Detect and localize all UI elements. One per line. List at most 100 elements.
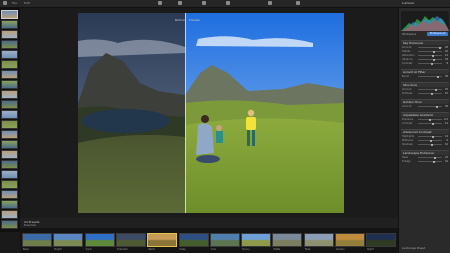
filter-section-header[interactable]: Advanced Contrast bbox=[401, 129, 449, 134]
slider-track[interactable] bbox=[418, 136, 442, 137]
preset-caption: Basic bbox=[23, 248, 30, 251]
slider-knob[interactable] bbox=[431, 122, 434, 125]
browser-thumbnail[interactable] bbox=[1, 30, 18, 39]
browser-thumbnail[interactable] bbox=[1, 220, 18, 229]
presets-dropdown[interactable]: Essentials bbox=[24, 224, 36, 227]
preset-caption: Night bbox=[367, 248, 374, 251]
compare-icon[interactable] bbox=[202, 1, 206, 5]
filter-slider-row[interactable]: Shadows 10 bbox=[402, 143, 448, 146]
filter-slider-row[interactable]: Amount 45 bbox=[402, 46, 448, 49]
preview-image[interactable]: Before Presets bbox=[78, 13, 344, 213]
filter-section-header[interactable]: Structure bbox=[401, 82, 449, 87]
filter-slider-row[interactable]: Haze 22 bbox=[402, 156, 448, 159]
slider-knob[interactable] bbox=[438, 46, 441, 49]
filter-slider-row[interactable]: Details 20 bbox=[402, 50, 448, 53]
preset-thumbnail[interactable] bbox=[22, 233, 52, 247]
preset-thumbnail[interactable] bbox=[178, 233, 209, 247]
slider-track[interactable] bbox=[418, 157, 442, 158]
browser-thumbnail[interactable] bbox=[1, 200, 18, 209]
slider-knob[interactable] bbox=[433, 156, 436, 159]
preset-thumbnail[interactable] bbox=[84, 233, 115, 247]
browser-thumbnail[interactable] bbox=[1, 110, 18, 119]
browser-thumbnail[interactable] bbox=[1, 190, 18, 199]
preset-thumbnail[interactable] bbox=[241, 233, 272, 247]
undo-icon[interactable] bbox=[158, 1, 162, 5]
menu-file[interactable]: File bbox=[12, 0, 17, 7]
preset-thumbnail[interactable] bbox=[303, 233, 334, 247]
filter-slider-row[interactable]: Contrast 8 bbox=[402, 62, 448, 65]
browser-thumbnail[interactable] bbox=[1, 80, 18, 89]
slider-track[interactable] bbox=[418, 55, 442, 56]
workspace-dropdown[interactable]: Professional bbox=[427, 32, 448, 36]
browser-thumbnail[interactable] bbox=[1, 70, 18, 79]
filter-slider-row[interactable]: Softness 10 bbox=[402, 92, 448, 95]
window-title: Luminar bbox=[402, 1, 415, 5]
preset-thumbnail[interactable] bbox=[115, 233, 146, 247]
browser-thumbnail[interactable] bbox=[1, 130, 18, 139]
slider-track[interactable] bbox=[418, 89, 442, 90]
filter-section-header[interactable]: Golden Hour bbox=[401, 99, 449, 104]
app-menu-icon[interactable] bbox=[3, 1, 7, 5]
browser-thumbnail[interactable] bbox=[1, 210, 18, 219]
filter-section-header[interactable]: Sky Enhancer bbox=[401, 40, 449, 45]
slider-knob[interactable] bbox=[436, 75, 439, 78]
browser-thumbnail[interactable] bbox=[1, 60, 18, 69]
browser-thumbnail[interactable] bbox=[1, 150, 18, 159]
slider-knob[interactable] bbox=[435, 105, 438, 108]
preset-thumbnail[interactable] bbox=[366, 233, 397, 247]
filter-slider-row[interactable]: Vibrance 18 bbox=[402, 58, 448, 61]
browser-thumbnail[interactable] bbox=[1, 140, 18, 149]
slider-knob[interactable] bbox=[434, 88, 437, 91]
slider-knob[interactable] bbox=[432, 58, 435, 61]
slider-knob[interactable] bbox=[430, 62, 433, 65]
preset-thumbnail[interactable] bbox=[209, 233, 240, 247]
browser-thumbnail[interactable] bbox=[1, 10, 18, 19]
zoom-icon[interactable] bbox=[226, 1, 230, 5]
slider-label: Amount bbox=[402, 88, 412, 91]
filter-slider-row[interactable]: Amount 30 bbox=[402, 105, 448, 108]
slider-track[interactable] bbox=[418, 51, 442, 52]
export-icon[interactable] bbox=[268, 1, 272, 5]
browser-thumbnail[interactable] bbox=[1, 180, 18, 189]
filter-slider-row[interactable]: Foliage 16 bbox=[402, 160, 448, 163]
preset-thumbnail[interactable] bbox=[335, 233, 365, 247]
slider-knob[interactable] bbox=[431, 143, 434, 146]
slider-track[interactable] bbox=[418, 93, 442, 94]
slider-track[interactable] bbox=[418, 161, 442, 162]
slider-track[interactable] bbox=[418, 59, 442, 60]
slider-value: 6 bbox=[446, 139, 448, 142]
filter-section-header[interactable]: Accent AI Filter bbox=[401, 69, 449, 74]
browser-thumbnail[interactable] bbox=[1, 170, 18, 179]
filter-slider-row[interactable]: Amount 25 bbox=[402, 88, 448, 91]
preset-thumbnail[interactable] bbox=[53, 233, 84, 247]
redo-icon[interactable] bbox=[178, 1, 182, 5]
slider-track[interactable] bbox=[418, 106, 442, 107]
preset-thumbnail[interactable] bbox=[147, 233, 178, 247]
slider-knob[interactable] bbox=[428, 118, 431, 121]
filter-slider-row[interactable]: Midtones 6 bbox=[402, 139, 448, 142]
browser-thumbnail[interactable] bbox=[1, 40, 18, 49]
slider-knob[interactable] bbox=[432, 160, 435, 163]
filter-slider-row[interactable]: Exposure -0.5 bbox=[402, 118, 448, 121]
menu-edit[interactable]: Edit bbox=[24, 0, 30, 7]
slider-track[interactable] bbox=[418, 123, 442, 124]
preset-thumbnail[interactable] bbox=[272, 233, 303, 247]
filter-slider-row[interactable]: Saturation 12 bbox=[402, 54, 448, 57]
browser-thumbnail[interactable] bbox=[1, 50, 18, 59]
slider-knob[interactable] bbox=[432, 135, 435, 138]
browser-thumbnail[interactable] bbox=[1, 100, 18, 109]
slider-knob[interactable] bbox=[431, 54, 434, 57]
slider-knob[interactable] bbox=[431, 92, 434, 95]
browser-thumbnail[interactable] bbox=[1, 160, 18, 169]
filter-slider-row[interactable]: Highlights 14 bbox=[402, 135, 448, 138]
browser-thumbnail[interactable] bbox=[1, 120, 18, 129]
filter-slider-row[interactable]: Contrast 12 bbox=[402, 122, 448, 125]
filter-section-header[interactable]: Landscape Enhancer bbox=[401, 150, 449, 155]
compare-divider-handle[interactable] bbox=[185, 13, 186, 213]
share-icon[interactable] bbox=[296, 1, 300, 5]
filter-slider-row[interactable]: Boost 36 bbox=[402, 75, 448, 78]
browser-thumbnail[interactable] bbox=[1, 20, 18, 29]
slider-track[interactable] bbox=[418, 144, 442, 145]
filter-section-header[interactable]: Adjustable Gradient bbox=[401, 112, 449, 117]
browser-thumbnail[interactable] bbox=[1, 90, 18, 99]
